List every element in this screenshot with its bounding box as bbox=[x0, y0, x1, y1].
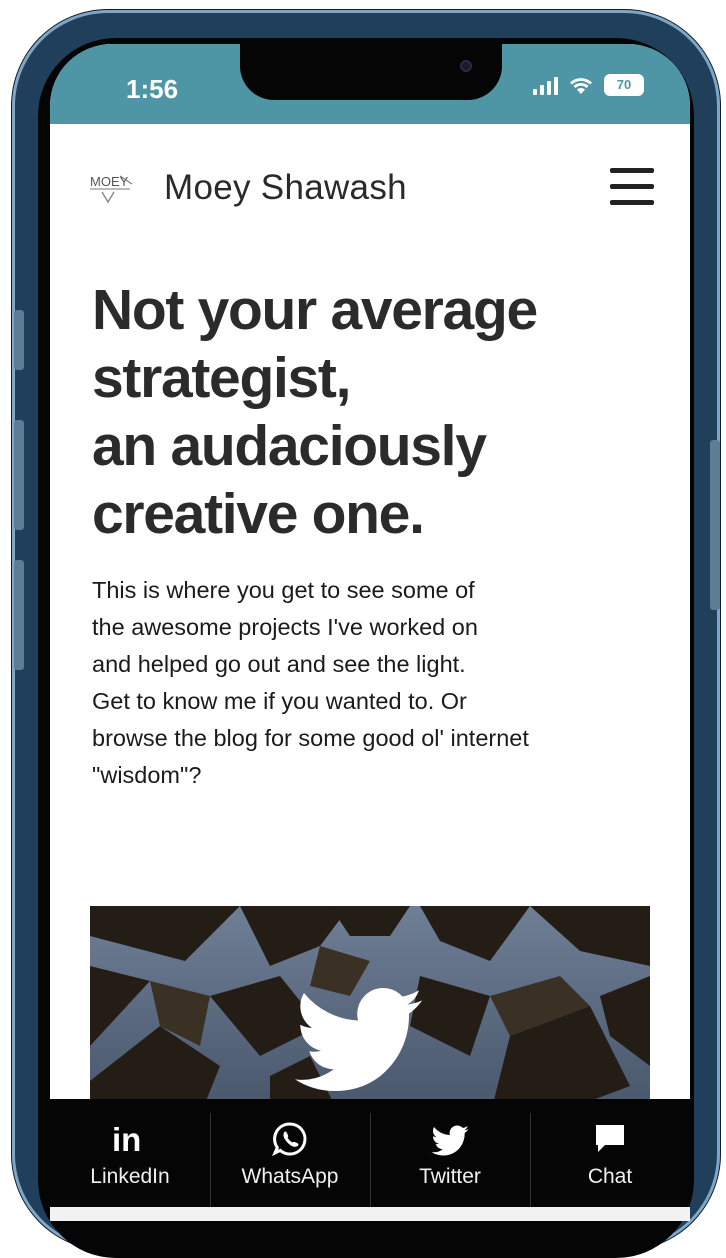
chat-button[interactable]: Chat bbox=[530, 1099, 690, 1207]
status-bar: 1:56 70 bbox=[50, 44, 690, 124]
social-share-bar: in LinkedIn WhatsApp Twitter Chat bbox=[50, 1099, 690, 1207]
phone-screen: 1:56 70 MOEY Moey Shawash Not your avera… bbox=[50, 44, 690, 1221]
wifi-icon bbox=[568, 75, 594, 95]
intro-line: the awesome projects I've worked on bbox=[92, 614, 478, 640]
intro-line: "wisdom"? bbox=[92, 762, 202, 788]
whatsapp-label: WhatsApp bbox=[241, 1165, 339, 1188]
whatsapp-button[interactable]: WhatsApp bbox=[210, 1099, 370, 1207]
intro-line: browse the blog for some good ol' intern… bbox=[92, 725, 529, 751]
hero-project-image[interactable] bbox=[90, 906, 650, 1116]
intro-line: This is where you get to see some of bbox=[92, 577, 475, 603]
power-button bbox=[710, 440, 720, 610]
volume-up-button bbox=[14, 420, 24, 530]
volume-down-button bbox=[14, 560, 24, 670]
headline-line: Not your average bbox=[92, 278, 538, 342]
battery-icon: 70 bbox=[604, 74, 644, 96]
cellular-signal-icon bbox=[533, 75, 558, 95]
home-indicator-area bbox=[50, 1207, 690, 1221]
hero-intro-text: This is where you get to see some of the… bbox=[92, 572, 652, 794]
front-camera bbox=[460, 60, 472, 72]
status-icons: 70 bbox=[533, 74, 644, 96]
chat-label: Chat bbox=[587, 1165, 633, 1188]
intro-line: Get to know me if you wanted to. Or bbox=[92, 688, 467, 714]
twitter-icon bbox=[430, 1119, 470, 1159]
linkedin-icon: in bbox=[110, 1119, 150, 1159]
moey-logo-icon[interactable]: MOEY bbox=[88, 170, 142, 204]
action-button bbox=[14, 310, 24, 370]
headline-line: creative one. bbox=[92, 482, 425, 546]
site-header: MOEY Moey Shawash bbox=[50, 124, 690, 254]
headline-line: strategist, bbox=[92, 346, 351, 410]
twitter-label: Twitter bbox=[419, 1165, 481, 1188]
linkedin-label: LinkedIn bbox=[90, 1165, 170, 1188]
linkedin-button[interactable]: in LinkedIn bbox=[50, 1099, 210, 1207]
hamburger-menu-icon[interactable] bbox=[610, 168, 654, 208]
chat-icon bbox=[593, 1119, 627, 1159]
whatsapp-icon bbox=[272, 1119, 308, 1159]
svg-text:in: in bbox=[112, 1122, 141, 1156]
hero-headline: Not your average strategist, an audaciou… bbox=[92, 276, 652, 548]
twitter-button[interactable]: Twitter bbox=[370, 1099, 530, 1207]
intro-line: and helped go out and see the light. bbox=[92, 651, 466, 677]
status-time: 1:56 bbox=[126, 74, 179, 104]
logo-text: MOEY bbox=[90, 174, 129, 189]
brand-name[interactable]: Moey Shawash bbox=[164, 168, 407, 208]
headline-line: an audaciously bbox=[92, 414, 487, 478]
dynamic-notch bbox=[240, 44, 502, 100]
